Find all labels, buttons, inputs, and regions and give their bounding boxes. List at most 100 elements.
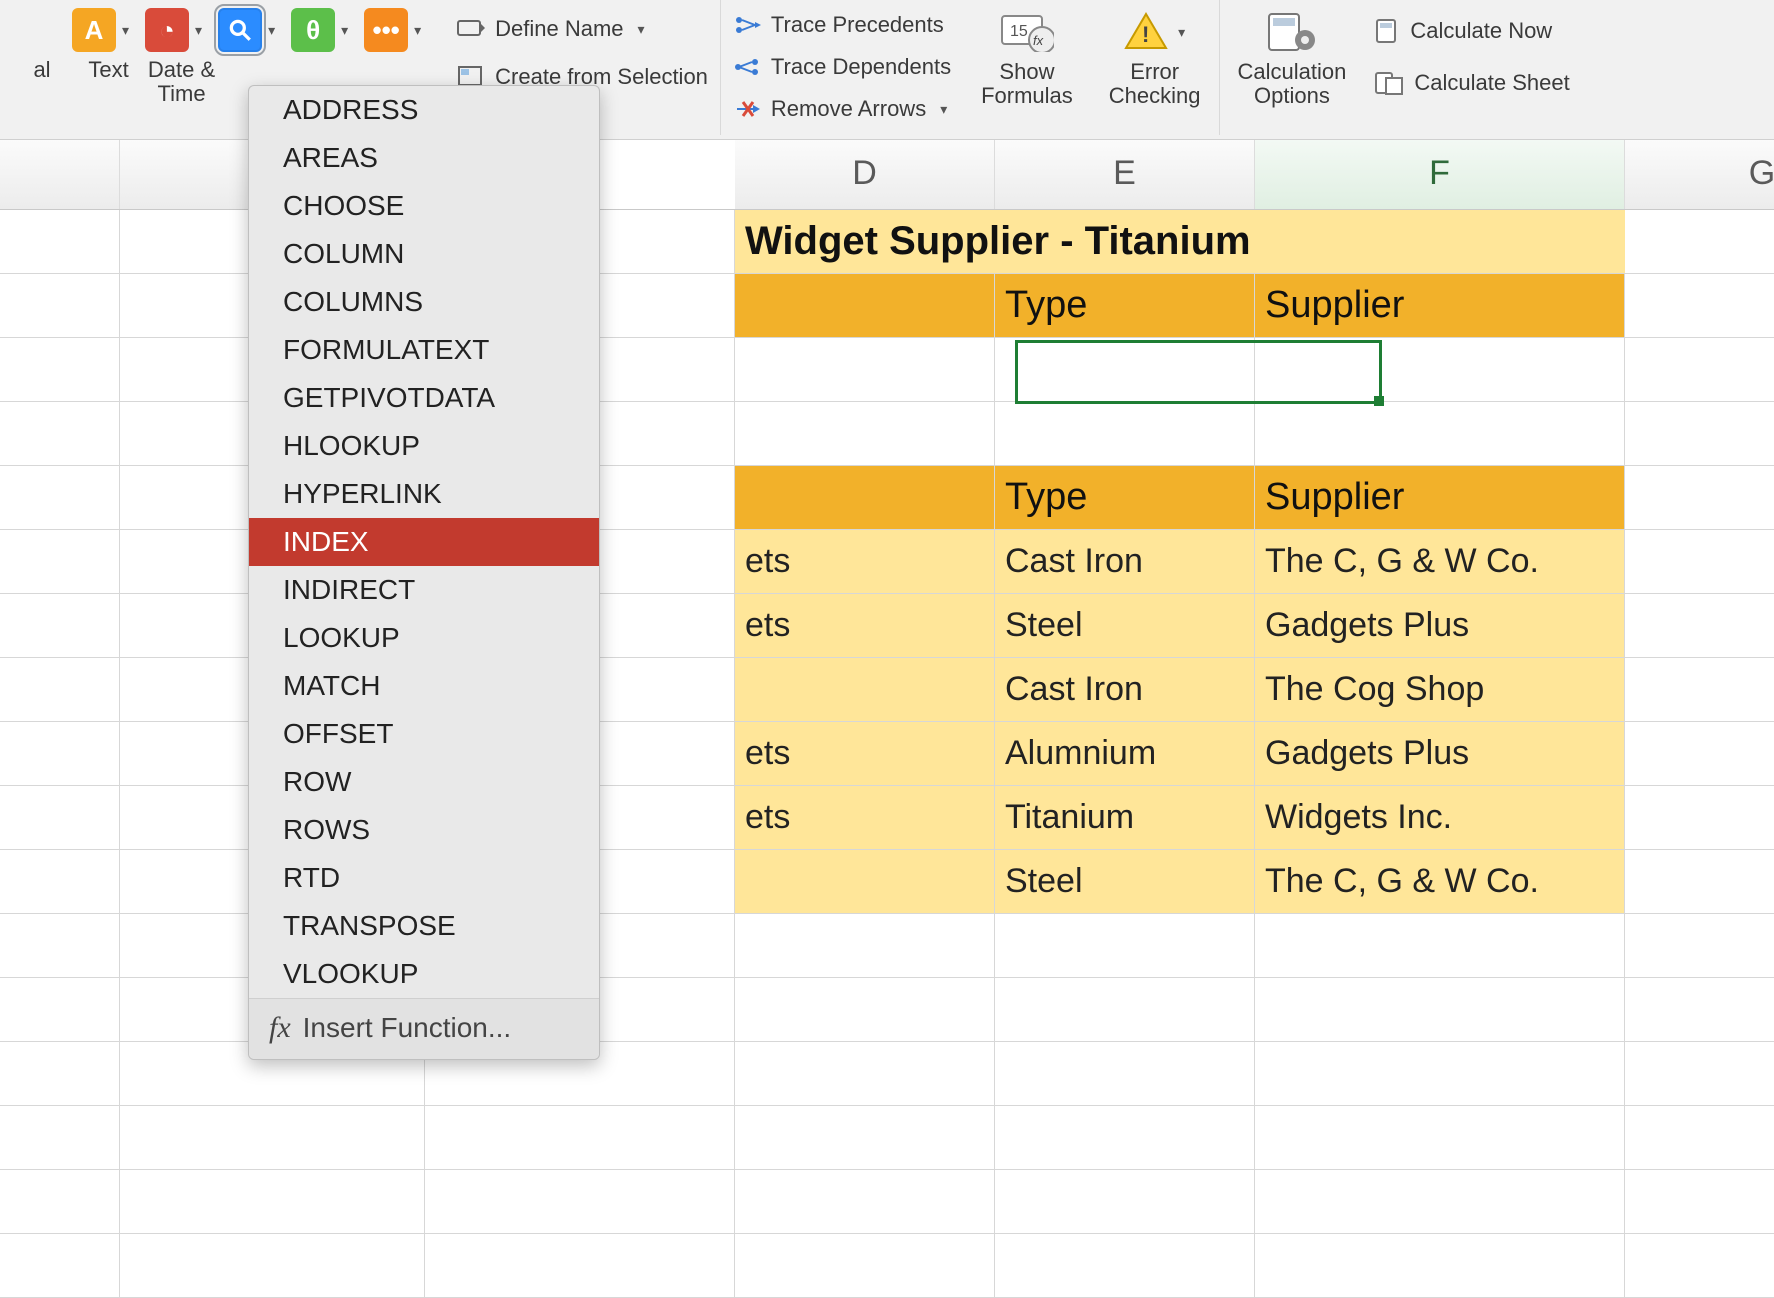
cell[interactable] xyxy=(0,466,120,530)
dropdown-item-indirect[interactable]: INDIRECT xyxy=(249,566,599,614)
dropdown-item-getpivotdata[interactable]: GETPIVOTDATA xyxy=(249,374,599,422)
cell-product[interactable]: ets xyxy=(735,530,995,594)
cell-supplier[interactable]: Gadgets Plus xyxy=(1255,594,1625,658)
cell[interactable] xyxy=(1625,658,1774,722)
cell[interactable] xyxy=(0,786,120,850)
show-formulas-button[interactable]: 15fx Show Formulas xyxy=(971,4,1083,112)
cell-type[interactable]: Alumnium xyxy=(995,722,1255,786)
cell-type[interactable]: Steel xyxy=(995,850,1255,914)
cell[interactable] xyxy=(0,338,120,402)
dropdown-item-choose[interactable]: CHOOSE xyxy=(249,182,599,230)
cell[interactable] xyxy=(120,1106,425,1170)
cell-supplier[interactable]: The C, G & W Co. xyxy=(1255,530,1625,594)
cell[interactable] xyxy=(1255,402,1625,466)
cell[interactable] xyxy=(735,402,995,466)
define-name-button[interactable]: Define Name ▾ xyxy=(453,10,712,48)
cell[interactable] xyxy=(1625,1234,1774,1298)
cell[interactable] xyxy=(1255,1042,1625,1106)
cell[interactable] xyxy=(735,274,995,338)
cell[interactable] xyxy=(735,1170,995,1234)
cell-supplier[interactable]: The C, G & W Co. xyxy=(1255,850,1625,914)
dropdown-item-columns[interactable]: COLUMNS xyxy=(249,278,599,326)
cell[interactable] xyxy=(1625,722,1774,786)
trace-dependents-button[interactable]: Trace Dependents xyxy=(729,48,955,86)
cell[interactable] xyxy=(0,1234,120,1298)
col-header-e[interactable]: E xyxy=(995,140,1255,209)
cell[interactable] xyxy=(1625,210,1774,274)
cell[interactable] xyxy=(0,1170,120,1234)
cell[interactable] xyxy=(0,594,120,658)
error-checking-button[interactable]: ! ▾ Error Checking xyxy=(1099,4,1211,112)
cell-type[interactable]: Titanium xyxy=(995,786,1255,850)
cell[interactable] xyxy=(1625,850,1774,914)
dropdown-item-hlookup[interactable]: HLOOKUP xyxy=(249,422,599,470)
cell[interactable] xyxy=(0,530,120,594)
cell-type[interactable]: Cast Iron xyxy=(995,658,1255,722)
dropdown-item-areas[interactable]: AREAS xyxy=(249,134,599,182)
cell[interactable] xyxy=(1625,1170,1774,1234)
cell-supplier[interactable]: The Cog Shop xyxy=(1255,658,1625,722)
col-header-blank[interactable] xyxy=(0,140,120,209)
fn-category-partial[interactable]: al xyxy=(12,8,72,82)
fn-category-lookup[interactable]: ▾ xyxy=(218,8,291,52)
cell-product[interactable]: ets xyxy=(735,594,995,658)
cell[interactable] xyxy=(735,914,995,978)
header-type[interactable]: Type xyxy=(995,274,1255,338)
dropdown-item-index[interactable]: INDEX xyxy=(249,518,599,566)
col-header-d[interactable]: D xyxy=(735,140,995,209)
remove-arrows-button[interactable]: Remove Arrows ▾ xyxy=(729,90,955,128)
cell[interactable] xyxy=(0,210,120,274)
calculate-sheet-button[interactable]: Calculate Sheet xyxy=(1370,64,1573,102)
cell-product[interactable] xyxy=(735,658,995,722)
cell[interactable] xyxy=(0,1106,120,1170)
trace-precedents-button[interactable]: Trace Precedents xyxy=(729,6,955,44)
cell[interactable] xyxy=(1255,978,1625,1042)
cell[interactable] xyxy=(1625,1042,1774,1106)
cell[interactable] xyxy=(995,1234,1255,1298)
cell[interactable] xyxy=(1625,402,1774,466)
cell[interactable] xyxy=(995,1170,1255,1234)
dropdown-item-column[interactable]: COLUMN xyxy=(249,230,599,278)
cell-supplier[interactable]: Widgets Inc. xyxy=(1255,786,1625,850)
cell[interactable] xyxy=(120,1170,425,1234)
dropdown-item-lookup[interactable]: LOOKUP xyxy=(249,614,599,662)
cell[interactable] xyxy=(995,914,1255,978)
cell[interactable] xyxy=(425,1170,735,1234)
cell-product[interactable] xyxy=(735,850,995,914)
cell[interactable] xyxy=(0,978,120,1042)
cell[interactable] xyxy=(0,850,120,914)
insert-function-button[interactable]: fx Insert Function... xyxy=(249,998,599,1059)
cell[interactable] xyxy=(0,402,120,466)
cell[interactable] xyxy=(1255,1106,1625,1170)
cell[interactable] xyxy=(1625,786,1774,850)
cell[interactable] xyxy=(1255,338,1625,402)
cell[interactable] xyxy=(0,274,120,338)
col-header-g[interactable]: G xyxy=(1625,140,1774,209)
dropdown-item-transpose[interactable]: TRANSPOSE xyxy=(249,902,599,950)
cell[interactable] xyxy=(0,658,120,722)
cell[interactable] xyxy=(0,1042,120,1106)
title-cell[interactable]: Widget Supplier - Titanium xyxy=(735,210,1625,274)
dropdown-item-hyperlink[interactable]: HYPERLINK xyxy=(249,470,599,518)
cell[interactable] xyxy=(1625,466,1774,530)
cell[interactable] xyxy=(995,338,1255,402)
cell[interactable] xyxy=(1625,978,1774,1042)
cell[interactable] xyxy=(120,1234,425,1298)
cell-product[interactable]: ets xyxy=(735,722,995,786)
fn-category-date-time[interactable]: ◔ ▾ Date & Time xyxy=(145,8,218,106)
cell[interactable] xyxy=(995,1106,1255,1170)
cell[interactable] xyxy=(1255,914,1625,978)
calculate-now-button[interactable]: Calculate Now xyxy=(1370,12,1573,50)
dropdown-item-formulatext[interactable]: FORMULATEXT xyxy=(249,326,599,374)
cell[interactable] xyxy=(1255,1170,1625,1234)
dropdown-item-address[interactable]: ADDRESS xyxy=(249,86,599,134)
cell-product[interactable]: ets xyxy=(735,786,995,850)
calculation-options-button[interactable]: Calculation Options xyxy=(1228,4,1357,112)
cell[interactable] xyxy=(1625,914,1774,978)
dropdown-item-match[interactable]: MATCH xyxy=(249,662,599,710)
dropdown-item-offset[interactable]: OFFSET xyxy=(249,710,599,758)
fn-category-text[interactable]: A ▾ Text xyxy=(72,8,145,82)
header-type-2[interactable]: Type xyxy=(995,466,1255,530)
cell[interactable] xyxy=(735,466,995,530)
dropdown-item-rows[interactable]: ROWS xyxy=(249,806,599,854)
